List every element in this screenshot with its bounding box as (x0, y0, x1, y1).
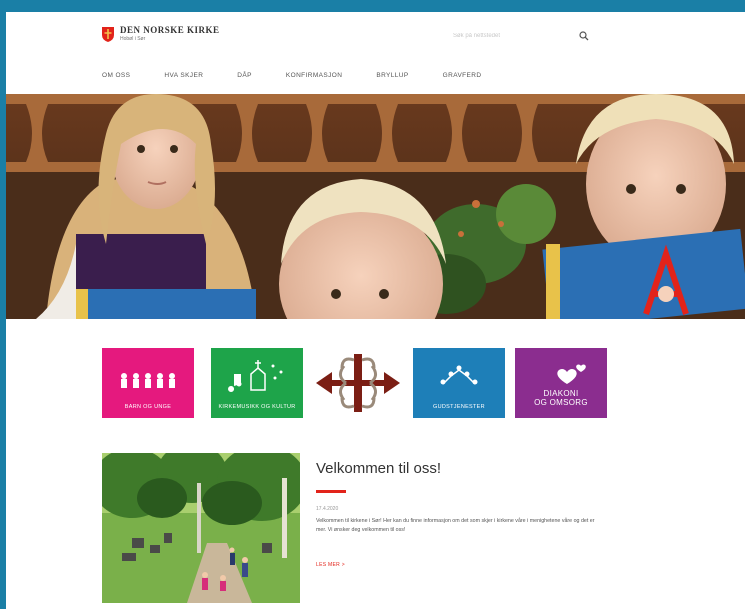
church-cross-emblem-icon (316, 354, 400, 412)
nav-item-bryllup[interactable]: Bryllup (376, 72, 408, 79)
logo-text: DEN NORSKE KIRKE Hobøl i Sør (120, 26, 220, 42)
tile-kirkemusikk[interactable]: KIRKEMUSIKK OG KULTUR (211, 348, 303, 418)
logo-subtitle: Hobøl i Sør (120, 36, 146, 42)
article-image (102, 453, 300, 603)
search-bar (453, 29, 593, 43)
tile-gudstjenester[interactable]: GUDSTJENESTER (413, 348, 505, 418)
tile-label: DIAKONI OG OMSORG (534, 389, 588, 408)
search-icon[interactable] (579, 31, 589, 41)
nav-item-konfirmasjon[interactable]: Konfirmasjon (286, 72, 342, 79)
search-input[interactable] (453, 30, 563, 42)
article-title: Velkommen til oss! (316, 460, 442, 477)
read-more-link[interactable]: LES MER > (316, 562, 345, 568)
article-body: Velkommen til kirkene i Sør! Her kan du … (316, 518, 595, 533)
hero-image (6, 94, 745, 319)
page: DEN NORSKE KIRKE Hobøl i Sør Om oss Hva … (6, 12, 745, 609)
nav-item-dap[interactable]: Dåp (237, 72, 252, 79)
title-divider (316, 490, 346, 493)
children-icon (121, 373, 175, 388)
community-icon (440, 365, 478, 385)
tile-label: BARN OG UNGE (124, 403, 172, 410)
tile-diakoni[interactable]: DIAKONI OG OMSORG (515, 348, 607, 418)
nav-item-hva-skjer[interactable]: Hva skjer (164, 72, 203, 79)
music-church-icon (228, 360, 283, 392)
logo-name: DEN NORSKE KIRKE (120, 25, 220, 35)
site-logo[interactable]: DEN NORSKE KIRKE Hobøl i Sør (102, 26, 220, 42)
tile-label: GUDSTJENESTER (433, 403, 485, 410)
tile-label: KIRKEMUSIKK OG KULTUR (218, 403, 296, 410)
church-shield-icon (102, 26, 114, 42)
article-date: 17.4.2020 (316, 506, 339, 512)
nav-item-gravferd[interactable]: Gravferd (443, 72, 482, 79)
tile-barn-og-unge[interactable]: BARN OG UNGE (102, 348, 194, 418)
tile-emblem[interactable] (312, 348, 404, 418)
main-nav: Om oss Hva skjer Dåp Konfirmasjon Bryllu… (102, 72, 515, 79)
nav-item-om-oss[interactable]: Om oss (102, 72, 130, 79)
